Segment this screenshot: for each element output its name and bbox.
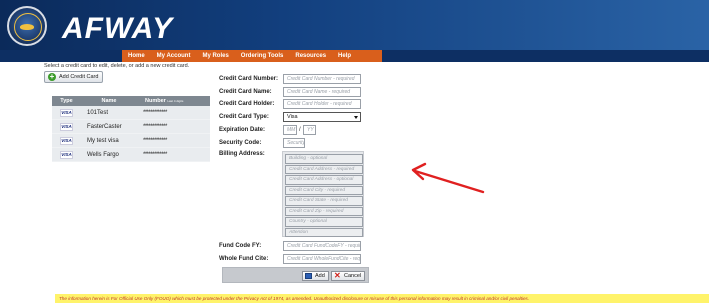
add-button-label: Add xyxy=(315,273,325,279)
card-number: ************* xyxy=(143,123,167,130)
nav-bar: Home My Account My Roles Ordering Tools … xyxy=(122,50,382,62)
expiration-label: Expiration Date: xyxy=(219,126,266,133)
billing-attention-input[interactable]: Attention xyxy=(285,227,363,237)
chevron-down-icon xyxy=(354,115,358,119)
billing-address-group: Building - optional Credit Card Address … xyxy=(282,151,364,237)
header-name: Name xyxy=(101,98,117,104)
security-code-input[interactable]: Security xyxy=(283,137,305,148)
brand-title: AFWAY xyxy=(62,12,174,45)
header-number: Number Last 4 digits xyxy=(137,96,210,106)
cancel-button-label: Cancel xyxy=(344,273,362,279)
card-number-input[interactable]: Credit Card Number - required xyxy=(283,74,361,84)
table-row[interactable]: VISA My test visa ************* xyxy=(52,134,210,148)
exp-year-input[interactable]: YY xyxy=(303,124,316,135)
plus-icon: + xyxy=(48,72,56,81)
visa-icon: VISA xyxy=(60,136,73,145)
billing-address1-input[interactable]: Credit Card Address - required xyxy=(285,164,363,174)
annotation-arrow-icon xyxy=(411,162,485,194)
fund-code-input[interactable]: Credit Card FundCodeFY - required xyxy=(283,241,361,251)
header-type: Type xyxy=(60,98,73,104)
form-actions: Add ✕ Cancel xyxy=(222,267,369,283)
card-number: ************* xyxy=(143,109,167,116)
visa-icon: VISA xyxy=(60,150,73,159)
nav-item-resources[interactable]: Resources xyxy=(289,50,332,62)
card-name-input[interactable]: Credit Card Name - required xyxy=(283,86,361,97)
card-name: FasterCaster xyxy=(87,123,122,130)
nav-item-help[interactable]: Help xyxy=(332,50,357,62)
billing-label: Billing Address: xyxy=(219,151,265,157)
add-button[interactable]: Add xyxy=(302,271,329,281)
billing-address2-input[interactable]: Credit Card Address - optional xyxy=(285,175,363,185)
header-number-sup: Last 4 digits xyxy=(167,99,184,103)
nav-item-my-roles[interactable]: My Roles xyxy=(196,50,234,62)
save-icon xyxy=(305,273,312,279)
nav-item-ordering-tools[interactable]: Ordering Tools xyxy=(235,50,290,62)
card-type-select[interactable]: Visa xyxy=(283,111,361,122)
credit-cards-table: Type Name Number Last 4 digits VISA 101T… xyxy=(52,96,210,162)
nav-item-my-account[interactable]: My Account xyxy=(151,50,197,62)
close-icon: ✕ xyxy=(334,271,341,280)
add-credit-card-label: Add Credit Card xyxy=(59,74,99,80)
card-name: My test visa xyxy=(87,137,119,144)
header: AFWAY xyxy=(0,0,709,50)
fouo-text: The information herein is For Official U… xyxy=(59,296,530,301)
nav-item-home[interactable]: Home xyxy=(122,50,151,62)
fund-code-label: Fund Code FY: xyxy=(219,243,262,249)
card-number: ************* xyxy=(143,137,167,144)
instructions-text: Select a credit card to edit, delete, or… xyxy=(44,63,190,69)
billing-building-input[interactable]: Building - optional xyxy=(285,154,363,164)
add-credit-card-button[interactable]: + Add Credit Card xyxy=(44,71,103,83)
table-row[interactable]: VISA FasterCaster ************* xyxy=(52,120,210,134)
holder-label: Credit Card Holder: xyxy=(219,101,275,107)
type-label: Credit Card Type: xyxy=(219,113,269,120)
table-header: Type Name Number Last 4 digits xyxy=(52,96,210,106)
exp-separator: / xyxy=(299,126,301,133)
billing-city-input[interactable]: Credit Card City - required xyxy=(285,185,363,195)
card-name: Wells Fargo xyxy=(87,151,119,158)
fouo-banner: The information herein is For Official U… xyxy=(55,294,709,303)
whole-fund-label: Whole Fund Cite: xyxy=(219,256,269,262)
number-label: Credit Card Number: xyxy=(219,76,279,82)
cancel-button[interactable]: ✕ Cancel xyxy=(331,271,366,281)
billing-state-input[interactable]: Credit Card State - required xyxy=(285,196,363,206)
name-label: Credit Card Name: xyxy=(219,88,272,95)
card-holder-input[interactable]: Credit Card Holder - required xyxy=(283,99,361,109)
whole-fund-input[interactable]: Credit Card WholeFundCite - required xyxy=(283,254,361,264)
billing-zip-input[interactable]: Credit Card Zip - required xyxy=(285,206,363,216)
security-label: Security Code: xyxy=(219,139,262,146)
card-number: ************* xyxy=(143,151,167,158)
table-row[interactable]: VISA Wells Fargo ************* xyxy=(52,148,210,162)
card-name: 101Test xyxy=(87,109,109,116)
exp-month-input[interactable]: MM xyxy=(283,124,297,135)
header-number-label: Number xyxy=(145,98,166,104)
visa-icon: VISA xyxy=(60,122,73,131)
main-nav: Home My Account My Roles Ordering Tools … xyxy=(0,50,709,62)
visa-icon: VISA xyxy=(60,108,73,117)
card-type-value: Visa xyxy=(287,113,298,120)
afway-logo-icon xyxy=(7,6,47,46)
billing-country-input[interactable]: Country - optional xyxy=(285,217,363,227)
table-row[interactable]: VISA 101Test ************* xyxy=(52,106,210,120)
